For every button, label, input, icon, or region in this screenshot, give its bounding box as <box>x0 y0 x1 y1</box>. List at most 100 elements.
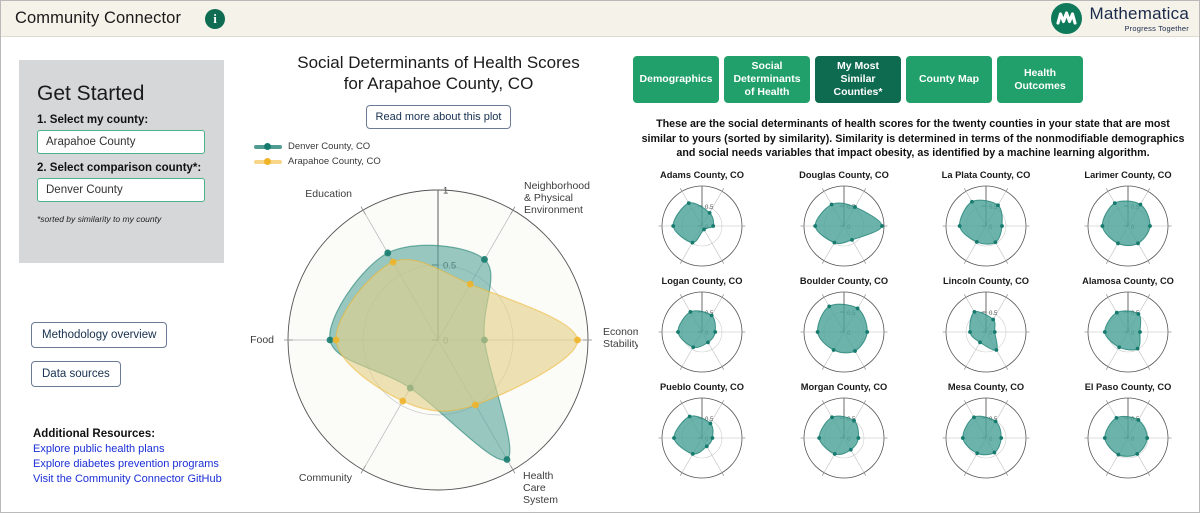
radar-axis-tick <box>821 259 825 264</box>
radar-data-point <box>829 202 834 206</box>
tab-social-determinants-of-health[interactable]: Social Determinants of Health <box>724 56 810 103</box>
radar-data-point <box>978 339 982 344</box>
radar-axis-tick <box>863 399 867 404</box>
small-radar-chart: 00.5 <box>942 291 1030 372</box>
radar-axis-tick <box>721 399 725 404</box>
radar-axis-tick <box>1005 293 1009 298</box>
tab-my-most-similar-counties[interactable]: My Most Similar Counties* <box>815 56 901 103</box>
radar-data-point <box>856 435 861 440</box>
radar-axis-tick <box>721 259 725 264</box>
radial-tick-label: 1 <box>443 186 448 197</box>
radar-axis-tick <box>721 293 725 298</box>
radar-data-point <box>687 414 692 418</box>
radar-data-point <box>711 223 716 228</box>
tab-bar: Demographics Social Determinants of Heal… <box>631 37 1199 103</box>
small-multiple-cell[interactable]: Douglas County, CO 00.5 <box>773 170 915 274</box>
radar-data-point <box>993 239 998 244</box>
radar-data-point <box>1145 435 1150 440</box>
radar-data-point <box>332 336 340 344</box>
radar-axis-tick <box>963 259 967 264</box>
radar-axis-tick <box>1105 187 1109 192</box>
tab-health-outcomes[interactable]: Health Outcomes <box>997 56 1083 103</box>
small-multiple-cell[interactable]: Adams County, CO 00.5 <box>631 170 773 274</box>
radar-data-point <box>691 344 696 349</box>
info-icon[interactable]: i <box>205 8 226 29</box>
radar-axis-tick <box>863 293 867 298</box>
radar-axis-tick <box>1147 365 1151 370</box>
small-multiple-cell[interactable]: El Paso County, CO 00.5 <box>1057 382 1199 486</box>
small-multiple-title: Mesa County, CO <box>947 381 1025 392</box>
radar-axis-tick <box>1005 399 1009 404</box>
legend-swatch-arapahoe <box>254 157 282 166</box>
small-multiple-title: Adams County, CO <box>659 169 745 180</box>
legend-label-denver: Denver County, CO <box>288 141 371 152</box>
radar-axis-tick <box>721 187 725 192</box>
read-more-about-plot-button[interactable]: Read more about this plot <box>365 105 512 129</box>
radar-data-point <box>992 329 997 334</box>
radar-axis-label: Community <box>299 472 353 484</box>
radar-axis-tick <box>963 399 967 404</box>
main-radar-chart[interactable]: 00.51Neighborhood& PhysicalEnvironmentEc… <box>238 167 649 517</box>
small-multiple-cell[interactable]: Logan County, CO 00.5 <box>631 276 773 380</box>
radar-data-point <box>999 435 1004 440</box>
logo-wordmark: Mathematica <box>1089 3 1189 23</box>
radar-data-point <box>994 347 999 352</box>
panel-description: These are the social determinants of hea… <box>641 118 1185 159</box>
right-panel: Demographics Social Determinants of Heal… <box>631 37 1199 512</box>
radar-data-point <box>704 443 709 448</box>
radar-axis-tick <box>821 471 825 476</box>
radar-axis-tick <box>963 471 967 476</box>
radar-data-point <box>1138 329 1142 334</box>
radar-data-point <box>1116 452 1121 457</box>
small-multiple-title: Lincoln County, CO <box>942 275 1030 286</box>
radar-data-point <box>709 312 714 317</box>
radar-data-point <box>880 223 884 228</box>
radar-data-point <box>389 258 397 266</box>
radar-axis-tick <box>679 293 683 298</box>
small-multiple-cell[interactable]: Alamosa County, CO 00.5 <box>1057 276 1199 380</box>
radar-axis-tick <box>1147 259 1151 264</box>
radar-axis-tick <box>863 365 867 370</box>
data-sources-button[interactable]: Data sources <box>31 361 121 387</box>
resource-link-github[interactable]: Visit the Community Connector GitHub <box>33 472 222 487</box>
radar-axis-tick <box>1105 259 1109 264</box>
radar-axis-tick <box>963 293 967 298</box>
small-multiple-cell[interactable]: Boulder County, CO 00.5 <box>773 276 915 380</box>
radar-data-point <box>831 347 836 352</box>
radar-data-point <box>1102 435 1107 440</box>
radar-data-point <box>1135 451 1140 456</box>
small-multiple-cell[interactable]: Lincoln County, CO 00.5 <box>915 276 1057 380</box>
radar-data-point <box>688 309 693 314</box>
small-multiple-title: Pueblo County, CO <box>659 381 744 392</box>
small-radar-chart: 00.5 <box>942 397 1030 478</box>
small-multiple-cell[interactable]: La Plata County, CO 00.5 <box>915 170 1057 274</box>
small-multiple-cell[interactable]: Morgan County, CO 00.5 <box>773 382 915 486</box>
radar-data-point <box>672 435 676 440</box>
radar-data-point <box>852 418 856 423</box>
tab-demographics[interactable]: Demographics <box>633 56 719 103</box>
small-radar-chart: 00.5 <box>658 185 746 266</box>
radar-data-point <box>1136 311 1141 316</box>
legend-swatch-denver <box>254 142 282 151</box>
radar-data-point <box>830 414 834 419</box>
small-multiple-cell[interactable]: Pueblo County, CO 00.5 <box>631 382 773 486</box>
comparison-county-select[interactable]: Denver County <box>37 178 205 202</box>
chart-title: Social Determinants of Health Scores for… <box>246 52 631 94</box>
radar-data-point <box>865 329 870 334</box>
radar-axis-tick <box>963 187 967 192</box>
small-multiple-title: Larimer County, CO <box>1084 169 1172 180</box>
radar-axis-tick <box>721 471 725 476</box>
small-multiple-cell[interactable]: Mesa County, CO 00.5 <box>915 382 1057 486</box>
radar-data-point <box>1136 417 1141 422</box>
radar-axis-tick <box>821 365 825 370</box>
my-county-select[interactable]: Arapahoe County <box>37 130 205 154</box>
small-multiple-cell[interactable]: Larimer County, CO 00.5 <box>1057 170 1199 274</box>
radar-axis-tick <box>679 187 683 192</box>
radar-data-point <box>1138 202 1143 206</box>
methodology-overview-button[interactable]: Methodology overview <box>31 322 168 348</box>
tab-county-map[interactable]: County Map <box>906 56 992 103</box>
resource-link-public-health-plans[interactable]: Explore public health plans <box>33 442 222 457</box>
radar-axis-tick <box>963 365 967 370</box>
radar-data-point <box>1114 415 1119 420</box>
resource-link-diabetes-programs[interactable]: Explore diabetes prevention programs <box>33 457 222 472</box>
